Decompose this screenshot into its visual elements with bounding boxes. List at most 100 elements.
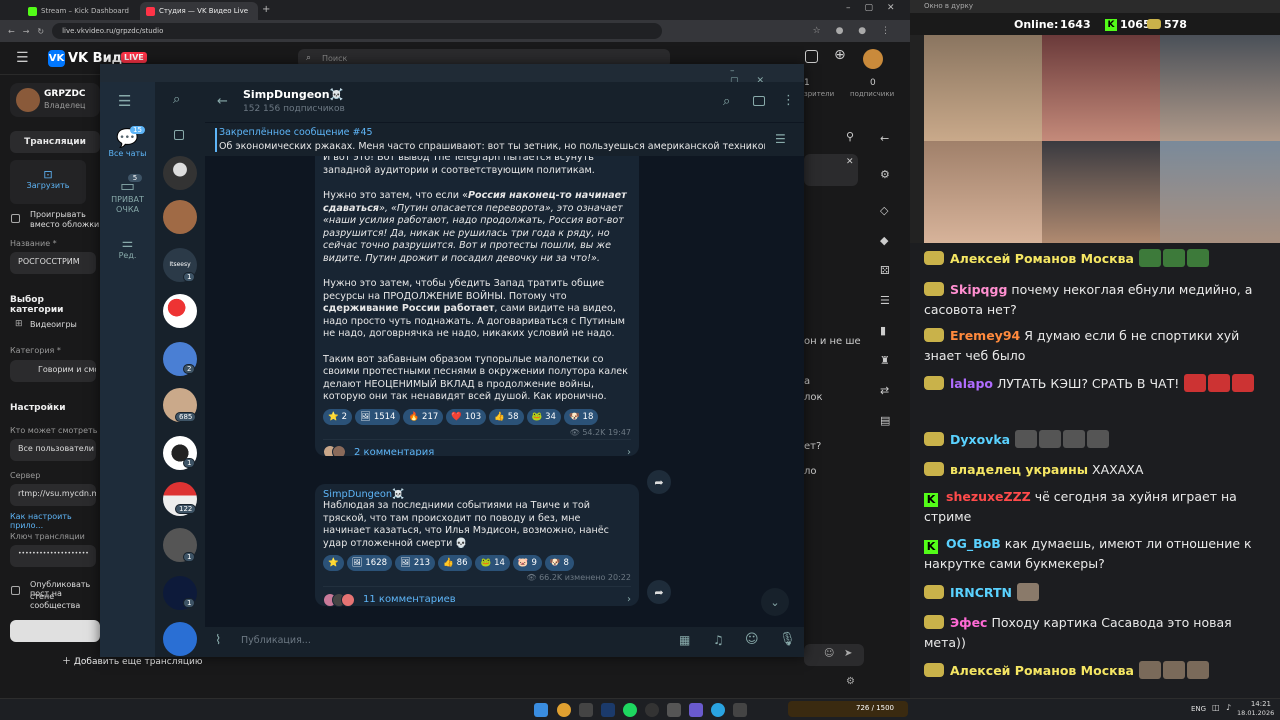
reaction[interactable]: 🐶 18 (563, 408, 599, 425)
pinned-list-icon[interactable]: ☰ (775, 132, 786, 146)
clock-time[interactable]: 14:21 (1245, 700, 1271, 708)
broadcasts-button[interactable]: Трансляции (10, 131, 100, 153)
start-button[interactable] (10, 620, 100, 642)
compose-input[interactable]: Публикация... (241, 635, 661, 646)
start-icon[interactable] (534, 703, 548, 717)
bell-icon[interactable]: ♫ (713, 633, 724, 647)
meme-party-widget[interactable]: 726 / 1500 (788, 701, 908, 717)
collapse-icon[interactable]: ← (880, 132, 889, 145)
forward-button[interactable]: ➦ (647, 470, 671, 494)
scroll-down-button[interactable]: ⌄ (761, 588, 789, 616)
reaction[interactable]: 🐶 8 (544, 555, 574, 571)
back-icon[interactable]: ← (8, 27, 15, 36)
steam-icon[interactable] (601, 703, 615, 717)
reaction[interactable]: 🐸 14 (475, 555, 510, 571)
setup-link[interactable]: Как настроить прило... (10, 512, 100, 530)
title-field[interactable]: РОСГОССТРИМ (10, 252, 96, 274)
reaction[interactable]: 🐸 34 (526, 408, 561, 425)
swap-icon[interactable]: ⇄ (880, 384, 889, 397)
folder-all-chats[interactable]: 💬 Все чаты 15 (100, 126, 155, 158)
network-icon[interactable]: ◫ (1212, 703, 1220, 712)
channel-card[interactable]: GRPZDC Владелец (10, 83, 100, 117)
emoji-icon[interactable]: ☺ (824, 648, 834, 659)
diamond-icon[interactable]: ◇ (880, 204, 888, 217)
who-select[interactable]: Все пользователи (10, 439, 96, 461)
add-icon[interactable]: ⊕ (834, 47, 846, 63)
browser-tab-kick[interactable]: Stream – Kick Dashboard (22, 2, 137, 20)
app-icon[interactable] (667, 703, 681, 717)
attach-icon[interactable]: ⌇ (215, 633, 221, 648)
language-indicator[interactable]: ENG (1191, 705, 1206, 713)
settings-icon[interactable]: ⚙ (846, 676, 855, 687)
trophy-icon[interactable]: ♜ (880, 354, 890, 367)
note-icon[interactable]: ▤ (880, 414, 890, 427)
chat-avatar[interactable] (163, 200, 197, 234)
clock-date[interactable]: 18.01.2026 (1237, 709, 1274, 717)
reaction[interactable]: ⭐ 2 (323, 408, 353, 425)
chat-avatar[interactable] (163, 294, 197, 328)
calendar-icon[interactable]: ▦ (679, 633, 690, 647)
telegram-taskbar-icon[interactable] (711, 703, 725, 717)
reaction[interactable]: 👍 58 (489, 408, 524, 425)
spotify-icon[interactable] (623, 703, 637, 717)
search-icon[interactable]: ⌕ (173, 92, 180, 107)
chat-avatar[interactable] (163, 156, 197, 190)
reaction[interactable]: ⭐ (323, 555, 344, 571)
category-type[interactable]: Видеоигры (30, 320, 77, 329)
obs-icon[interactable] (645, 703, 659, 717)
send-icon[interactable]: ➤ (844, 648, 852, 659)
play-preview-checkbox[interactable] (11, 214, 20, 223)
server-field[interactable]: rtmp://vsu.mycdn.me/ (10, 484, 96, 506)
reaction[interactable]: 🖼 1628 (346, 555, 393, 571)
volume-icon[interactable]: ♪ (1226, 703, 1231, 712)
list-icon[interactable]: ☰ (880, 294, 890, 307)
archive-icon[interactable] (174, 130, 184, 140)
emoji-icon[interactable]: ☺ (745, 632, 759, 647)
chat-avatar[interactable] (163, 622, 197, 656)
key-field[interactable]: •••••••••••••••••••• (10, 545, 96, 567)
back-arrow-icon[interactable]: ← (217, 94, 228, 109)
menu-icon[interactable]: ☰ (118, 92, 131, 110)
gear-icon[interactable]: ⚙ (880, 168, 890, 181)
more-icon[interactable]: ⋮ (782, 93, 795, 108)
folder-edit[interactable]: ⚌ Ред. (100, 236, 155, 260)
channel-title[interactable]: SimpDungeon☠️ (243, 88, 343, 101)
reaction[interactable]: 🐷 9 (512, 555, 542, 571)
extension-icons[interactable]: ☆ ● ● ⋮ (813, 26, 896, 36)
app-icon[interactable] (733, 703, 747, 717)
chrome-icon[interactable] (557, 703, 571, 717)
window-controls[interactable]: –▢✕ (846, 3, 909, 13)
folder-private[interactable]: ▭ ПРИВАТ ОЧКА 5 (100, 174, 155, 215)
comments-button[interactable]: 2 комментария › (323, 438, 631, 456)
search-icon[interactable]: ⌕ (723, 94, 730, 109)
reaction[interactable]: 🔥 217 (403, 408, 444, 425)
bar-chart-icon[interactable]: ▮ (880, 324, 886, 337)
reaction[interactable]: 🖼 213 (395, 555, 436, 571)
forward-icon[interactable]: → (23, 27, 30, 36)
app-icon[interactable] (689, 703, 703, 717)
reaction[interactable]: ❤️ 103 (446, 408, 487, 425)
new-tab-icon[interactable]: + (262, 4, 270, 15)
category-field[interactable]: Говорим и смотрим (10, 360, 96, 382)
address-bar[interactable]: live.vkvideo.ru/grpzdc/studio (52, 23, 663, 39)
hamburger-icon[interactable]: ☰ (16, 50, 29, 66)
studio-icon[interactable] (805, 50, 818, 63)
sidebar-toggle-icon[interactable] (753, 96, 765, 106)
reload-icon[interactable]: ↻ (37, 27, 44, 36)
gem-icon[interactable]: ◆ (880, 234, 888, 247)
browser-tab-vk[interactable]: Студия — VK Видео Live (140, 2, 258, 20)
upload-button[interactable]: ⊡ Загрузить (10, 160, 86, 204)
dice-icon[interactable]: ⚄ (880, 264, 890, 277)
avatar[interactable] (863, 49, 883, 69)
post-author[interactable]: SimpDungeon☠️ (323, 489, 631, 500)
reaction[interactable]: 🖼 1514 (355, 408, 401, 425)
comments-button[interactable]: 11 комментариев › (323, 586, 631, 612)
pin-icon[interactable]: ⚲ (846, 130, 854, 143)
reaction[interactable]: 👍 86 (438, 555, 473, 571)
publish-checkbox[interactable] (11, 586, 20, 595)
close-icon[interactable]: ✕ (846, 157, 854, 167)
pinned-message-bar[interactable]: Закреплённое сообщение #45 Об экономичес… (205, 122, 804, 156)
explorer-icon[interactable] (579, 703, 593, 717)
forward-button[interactable]: ➦ (647, 580, 671, 604)
microphone-icon[interactable]: 🎙 (779, 632, 796, 647)
